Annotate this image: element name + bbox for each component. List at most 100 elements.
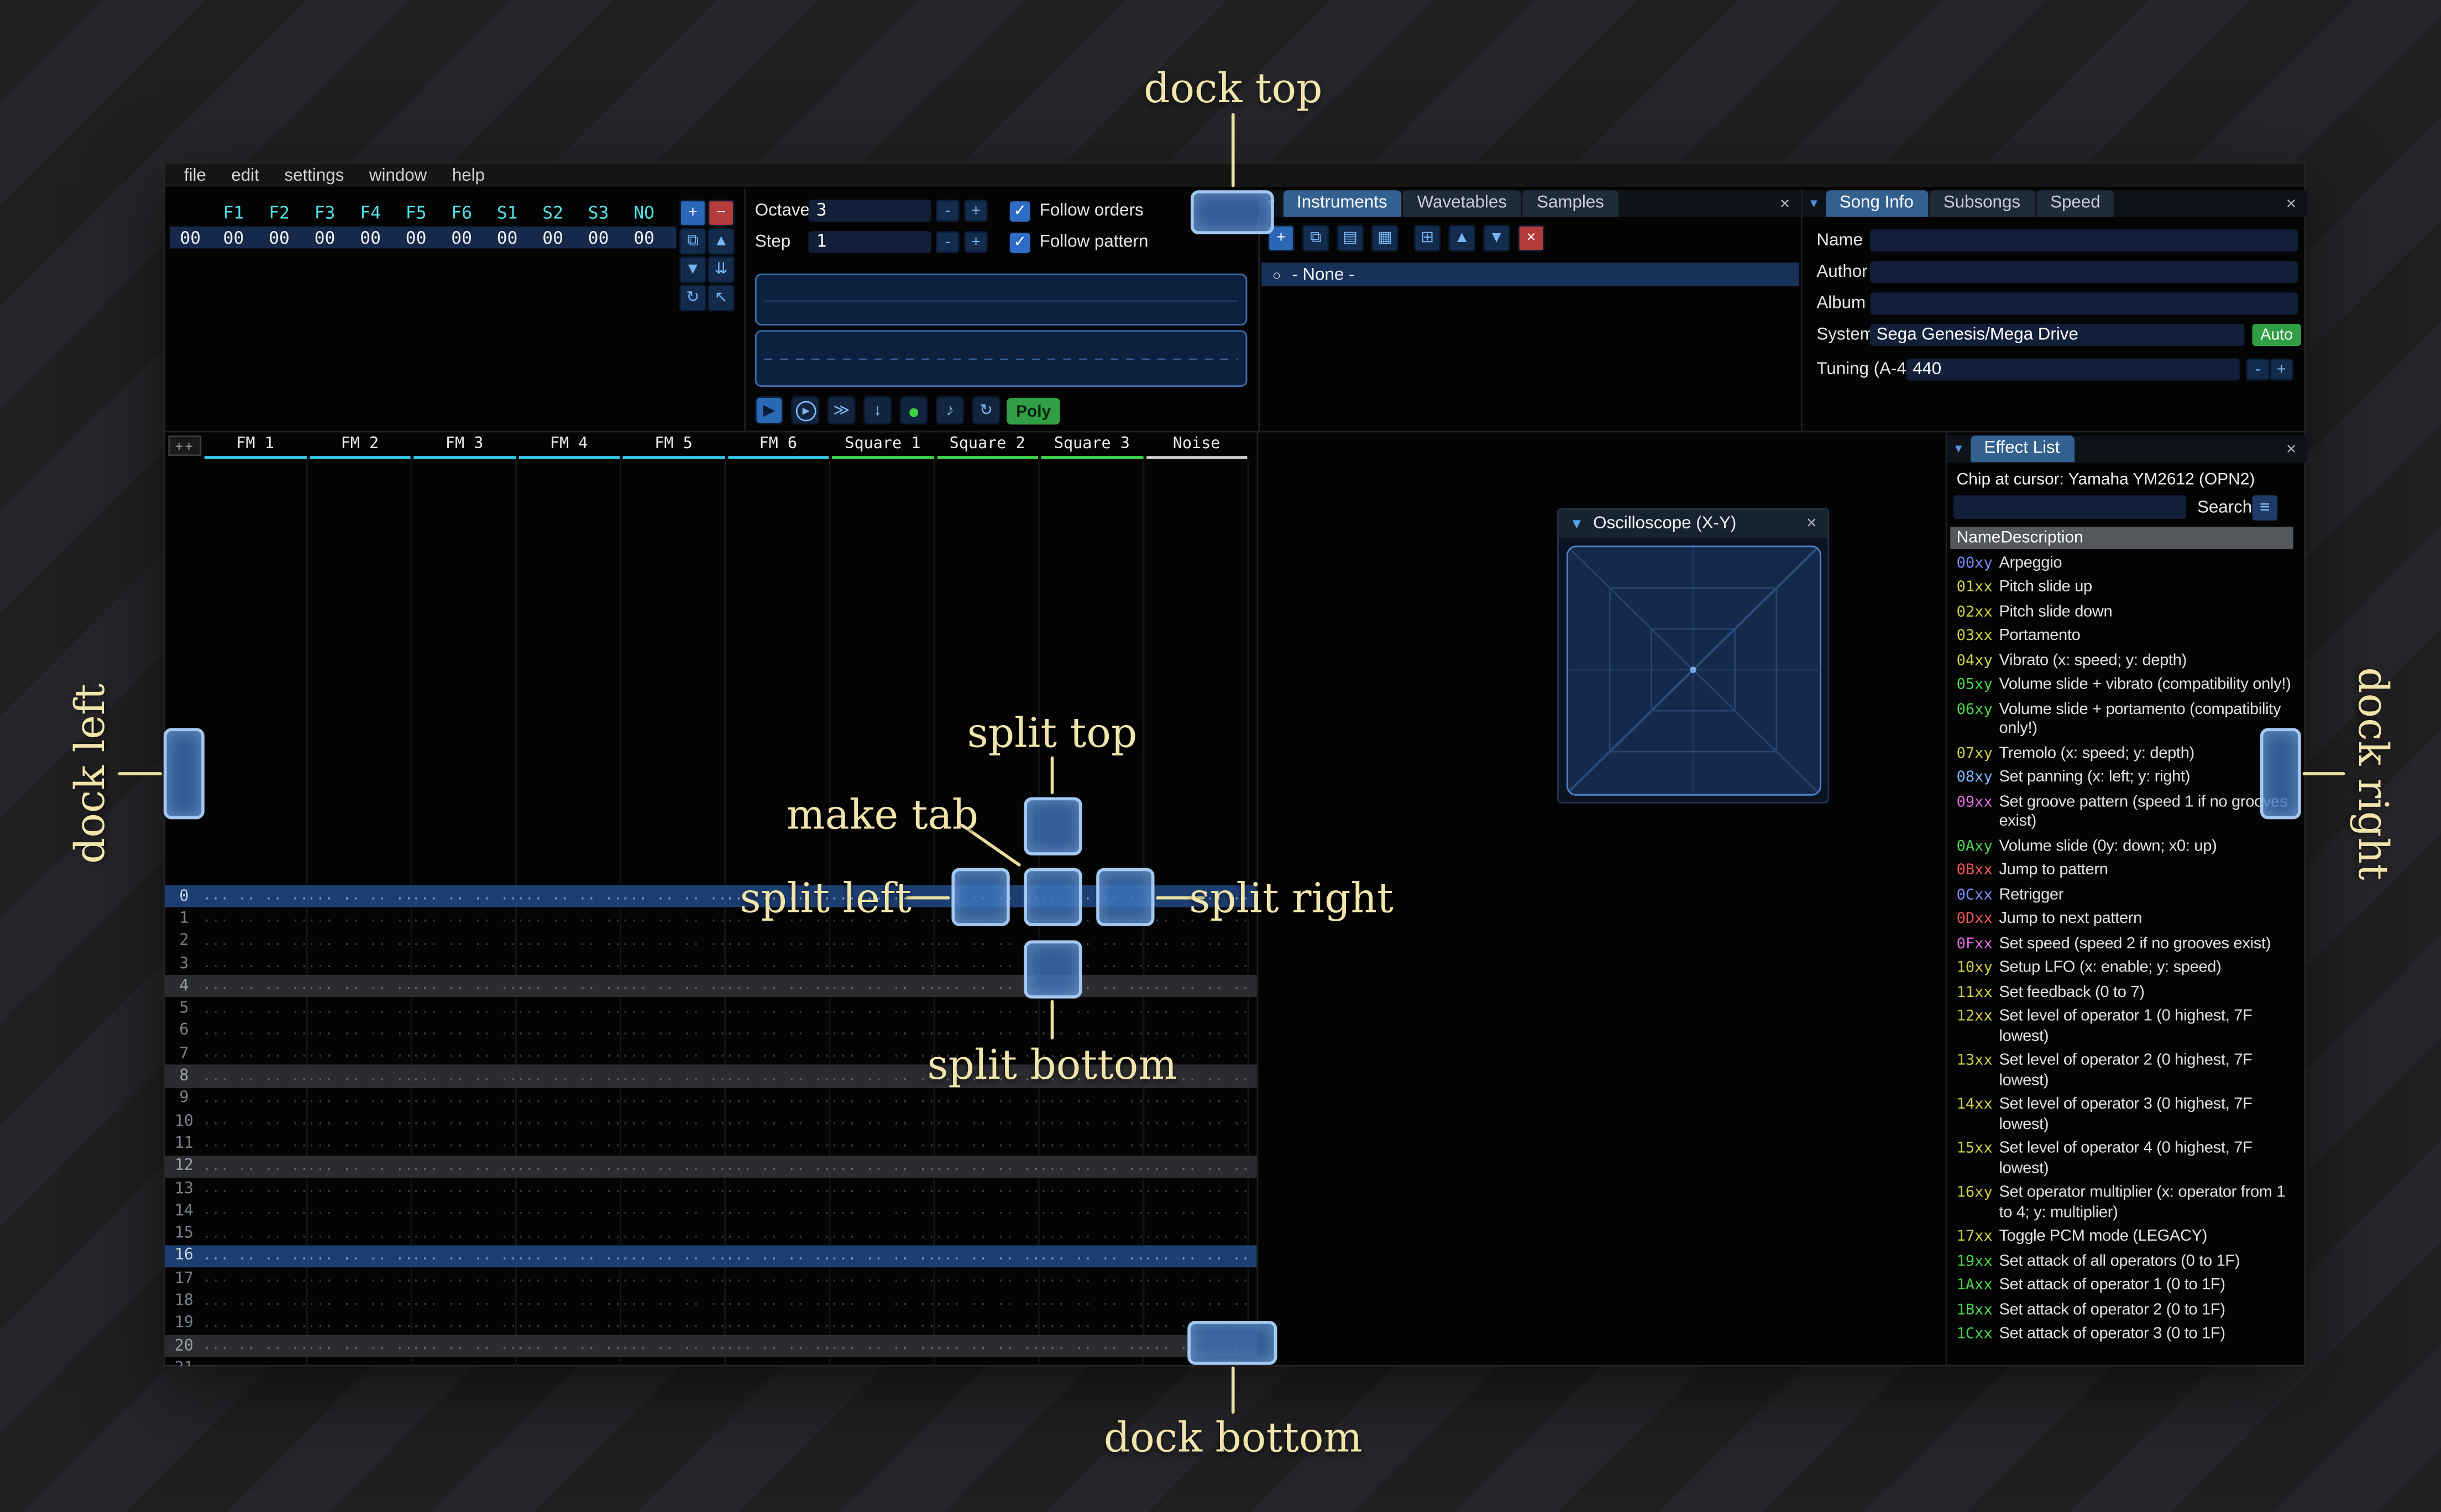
pattern-cell[interactable]: ... .. .. ...: [621, 1361, 726, 1366]
channel-header-fm-3[interactable]: FM 3: [412, 435, 516, 459]
pattern-cell[interactable]: ... .. .. ...: [935, 1293, 1040, 1309]
pattern-cell[interactable]: ... .. .. ...: [412, 1361, 516, 1366]
pattern-cell[interactable]: ... .. .. ...: [203, 889, 307, 904]
pattern-cell[interactable]: ... .. .. ...: [830, 1046, 935, 1062]
pattern-cell[interactable]: ... .. .. ...: [517, 1226, 621, 1241]
channel-header-square-1[interactable]: Square 1: [830, 435, 935, 459]
pattern-cell[interactable]: ... .. .. ...: [307, 1248, 412, 1264]
pattern-cell[interactable]: ... .. .. ...: [517, 1271, 621, 1287]
pattern-row[interactable]: 19... .. .. ...... .. .. ...... .. .. ..…: [165, 1313, 1257, 1335]
pattern-cell[interactable]: ... .. .. ...: [621, 1316, 726, 1331]
menu-item-window[interactable]: window: [357, 162, 439, 188]
pattern-cell[interactable]: ... .. .. ...: [307, 1001, 412, 1016]
pattern-cell[interactable]: ... .. .. ...: [412, 979, 516, 994]
pattern-cell[interactable]: ... .. .. ...: [726, 956, 830, 972]
pattern-cell[interactable]: ... .. .. ...: [203, 1158, 307, 1174]
pattern-cell[interactable]: ... .. .. ...: [307, 1091, 412, 1106]
pattern-cell[interactable]: ... .. .. ...: [830, 1023, 935, 1039]
pattern-row[interactable]: 2... .. .. ...... .. .. ...... .. .. ...…: [165, 930, 1257, 953]
pattern-cell[interactable]: ... .. .. ...: [412, 1114, 516, 1129]
pattern-cell[interactable]: ... .. .. ...: [412, 1001, 516, 1016]
pattern-cell[interactable]: ... .. .. ...: [412, 1293, 516, 1309]
step-input[interactable]: 1: [808, 231, 931, 254]
pattern-cell[interactable]: ... .. .. ...: [412, 933, 516, 949]
metronome-button[interactable]: ♪: [935, 396, 965, 425]
pattern-cell[interactable]: ... .. .. ...: [517, 911, 621, 927]
pattern-cell[interactable]: ... .. .. ...: [1040, 1293, 1144, 1309]
pattern-cell[interactable]: ... .. .. ...: [517, 1248, 621, 1264]
pattern-cell[interactable]: ... .. .. ...: [935, 1361, 1040, 1366]
order-cell[interactable]: 00: [530, 227, 576, 248]
pattern-cell[interactable]: ... .. .. ...: [621, 1001, 726, 1016]
menu-item-help[interactable]: help: [439, 162, 497, 188]
pattern-cell[interactable]: ... .. .. ...: [517, 1361, 621, 1366]
pattern-cell[interactable]: ... .. .. ...: [1040, 1136, 1144, 1152]
pattern-cell[interactable]: ... .. .. ...: [726, 1293, 830, 1309]
split-top-indicator[interactable]: [1024, 797, 1082, 855]
pattern-cell[interactable]: ... .. .. ...: [307, 956, 412, 972]
pattern-cell[interactable]: ... .. .. ...: [935, 1158, 1040, 1174]
pattern-cell[interactable]: ... .. .. ...: [621, 933, 726, 949]
pattern-cell[interactable]: ... .. .. ...: [621, 1069, 726, 1084]
pattern-cell[interactable]: ... .. .. ...: [203, 1023, 307, 1039]
pattern-cell[interactable]: ... .. .. ...: [935, 1271, 1040, 1287]
album-input[interactable]: [1870, 292, 2298, 315]
pattern-cell[interactable]: ... .. .. ...: [517, 1181, 621, 1196]
pattern-cell[interactable]: ... .. .. ...: [1040, 1338, 1144, 1354]
pattern-cell[interactable]: ... .. .. ...: [726, 1136, 830, 1152]
pattern-row[interactable]: 3... .. .. ...... .. .. ...... .. .. ...…: [165, 953, 1257, 975]
pattern-cell[interactable]: ... .. .. ...: [726, 1114, 830, 1129]
pattern-cell[interactable]: ... .. .. ...: [726, 1361, 830, 1366]
duplicate-order-button[interactable]: ⧉: [679, 228, 706, 255]
pattern-cell[interactable]: ... .. .. ...: [307, 911, 412, 927]
menu-item-edit[interactable]: edit: [219, 162, 272, 188]
pattern-cell[interactable]: ... .. .. ...: [307, 1023, 412, 1039]
pattern-cell[interactable]: ... .. .. ...: [621, 979, 726, 994]
dock-right-indicator[interactable]: [2260, 728, 2301, 820]
pattern-cell[interactable]: ... .. .. ...: [412, 1158, 516, 1174]
pattern-cell[interactable]: ... .. .. ...: [1144, 1091, 1249, 1106]
split-bottom-indicator[interactable]: [1024, 940, 1082, 999]
channel-header-fm-5[interactable]: FM 5: [621, 435, 726, 459]
oscilloscope-close-icon[interactable]: ×: [1806, 514, 1816, 533]
pattern-cell[interactable]: ... .. .. ...: [307, 889, 412, 904]
pattern-cell[interactable]: ... .. .. ...: [830, 933, 935, 949]
pattern-cell[interactable]: ... .. .. ...: [830, 1091, 935, 1106]
pattern-row[interactable]: 21... .. .. ...... .. .. ...... .. .. ..…: [165, 1357, 1257, 1367]
pattern-cell[interactable]: ... .. .. ...: [830, 979, 935, 994]
pattern-cell[interactable]: ... .. .. ...: [1040, 1204, 1144, 1219]
panel-splitter[interactable]: [743, 188, 746, 431]
pattern-cell[interactable]: ... .. .. ...: [726, 1204, 830, 1219]
pattern-cell[interactable]: ... .. .. ...: [1144, 1001, 1249, 1016]
effect-list-close-icon[interactable]: ×: [2275, 439, 2307, 458]
pattern-cell[interactable]: ... .. .. ...: [935, 1316, 1040, 1331]
pattern-cell[interactable]: ... .. .. ...: [203, 1069, 307, 1084]
pattern-cell[interactable]: ... .. .. ...: [203, 1316, 307, 1331]
pattern-cell[interactable]: ... .. .. ...: [307, 1226, 412, 1241]
dock-bottom-indicator[interactable]: [1187, 1321, 1277, 1365]
dock-left-indicator[interactable]: [163, 728, 205, 820]
poly-toggle-button[interactable]: Poly: [1007, 397, 1061, 425]
pattern-cell[interactable]: ... .. .. ...: [307, 1136, 412, 1152]
panel-splitter[interactable]: [165, 431, 2304, 433]
pattern-cell[interactable]: ... .. .. ...: [203, 1361, 307, 1366]
pattern-cell[interactable]: ... .. .. ...: [935, 1204, 1040, 1219]
pattern-cell[interactable]: ... .. .. ...: [412, 1091, 516, 1106]
pattern-cell[interactable]: ... .. .. ...: [726, 1316, 830, 1331]
pattern-cell[interactable]: ... .. .. ...: [621, 1338, 726, 1354]
pattern-cell[interactable]: ... .. .. ...: [203, 933, 307, 949]
pattern-cell[interactable]: ... .. .. ...: [621, 1114, 726, 1129]
pattern-cell[interactable]: ... .. .. ...: [203, 1338, 307, 1354]
pattern-cell[interactable]: ... .. .. ...: [726, 933, 830, 949]
pattern-cell[interactable]: ... .. .. ...: [412, 1069, 516, 1084]
tabbar-caret-icon[interactable]: ▾: [1947, 440, 1970, 458]
pattern-cell[interactable]: ... .. .. ...: [726, 1181, 830, 1196]
pattern-cell[interactable]: ... .. .. ...: [726, 1271, 830, 1287]
pattern-cell[interactable]: ... .. .. ...: [1040, 1226, 1144, 1241]
pattern-cell[interactable]: ... .. .. ...: [307, 1069, 412, 1084]
pattern-cell[interactable]: ... .. .. ...: [203, 1136, 307, 1152]
name-input[interactable]: [1870, 229, 2298, 252]
pattern-cell[interactable]: ... .. .. ...: [621, 1158, 726, 1174]
channel-header-fm-2[interactable]: FM 2: [307, 435, 412, 459]
duplicate-order-end-button[interactable]: ⇊: [708, 256, 735, 284]
